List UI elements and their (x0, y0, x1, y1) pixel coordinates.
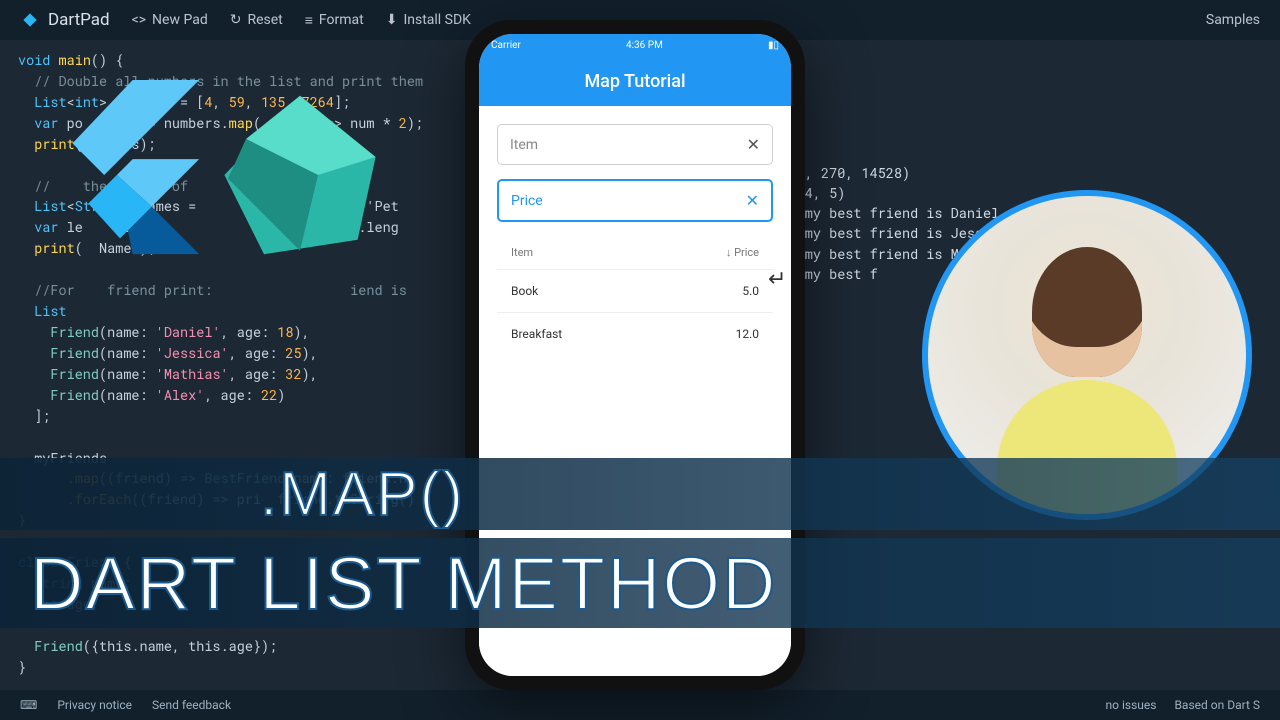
col-price: ↓ Price (726, 246, 759, 259)
title-line-2: DART LIST METHOD (30, 541, 777, 626)
format-label: Format (319, 12, 364, 28)
col-item: Item (511, 246, 533, 259)
dartpad-logo-icon (20, 10, 40, 30)
keyboard-icon[interactable]: ⌨ (20, 698, 37, 712)
console-label: Console (748, 95, 1260, 115)
console-line: (8, 118, 270, 14528) (748, 163, 1260, 183)
reset-button[interactable]: ↻ Reset (230, 12, 283, 28)
download-icon: ⬇ (386, 12, 398, 28)
issues-label: no issues (1106, 698, 1157, 712)
item-input[interactable]: Item ✕ (497, 124, 773, 165)
title-band-1: .MAP() (0, 458, 1280, 530)
statusbar: ⌨ Privacy notice Send feedback no issues… (0, 690, 1280, 720)
price-table: Item ↓ Price Book5.0Breakfast12.0 (497, 236, 773, 355)
install-label: Install SDK (403, 12, 471, 28)
brand-label: DartPad (48, 10, 110, 30)
carrier-label: Carrier (491, 40, 521, 51)
flutter-logo-icon (40, 80, 200, 270)
battery-icon: ▮▯ (768, 40, 779, 51)
table-header: Item ↓ Price (497, 236, 773, 269)
clear-price-icon[interactable]: ✕ (746, 191, 759, 210)
privacy-link[interactable]: Privacy notice (57, 698, 132, 712)
samples-label: Samples (1206, 12, 1260, 28)
code-icon: <> (132, 12, 146, 28)
app-title: Map Tutorial (584, 71, 685, 92)
new-pad-label: New Pad (152, 12, 208, 28)
format-icon: ≡ (305, 12, 313, 29)
feedback-link[interactable]: Send feedback (152, 698, 231, 712)
dart-logo-icon (210, 85, 390, 265)
reset-icon: ↻ (230, 12, 242, 28)
phone-appbar: Map Tutorial (479, 56, 791, 106)
console-line: (3, 2, 4, 5) (748, 183, 1260, 203)
logos (40, 80, 390, 270)
install-sdk-button[interactable]: ⬇ Install SDK (386, 12, 471, 28)
samples-button[interactable]: Samples (1206, 12, 1260, 28)
enter-icon: ↵ (768, 267, 786, 292)
format-button[interactable]: ≡ Format (305, 12, 364, 29)
price-input[interactable]: Price ✕ (497, 179, 773, 222)
new-pad-button[interactable]: <> New Pad (132, 12, 208, 28)
price-input-label: Price (511, 193, 543, 209)
title-band-2: DART LIST METHOD (0, 538, 1280, 628)
phone-statusbar: Carrier 4:36 PM ▮▯ (479, 34, 791, 56)
title-line-1: .MAP() (260, 459, 465, 530)
phone-time: 4:36 PM (626, 40, 663, 51)
table-row[interactable]: Book5.0 (497, 269, 773, 312)
based-on-label: Based on Dart S (1174, 698, 1260, 712)
table-row[interactable]: Breakfast12.0 (497, 312, 773, 355)
brand: DartPad (20, 10, 110, 30)
clear-item-icon[interactable]: ✕ (747, 135, 760, 154)
reset-label: Reset (247, 12, 282, 28)
item-input-label: Item (510, 137, 538, 153)
